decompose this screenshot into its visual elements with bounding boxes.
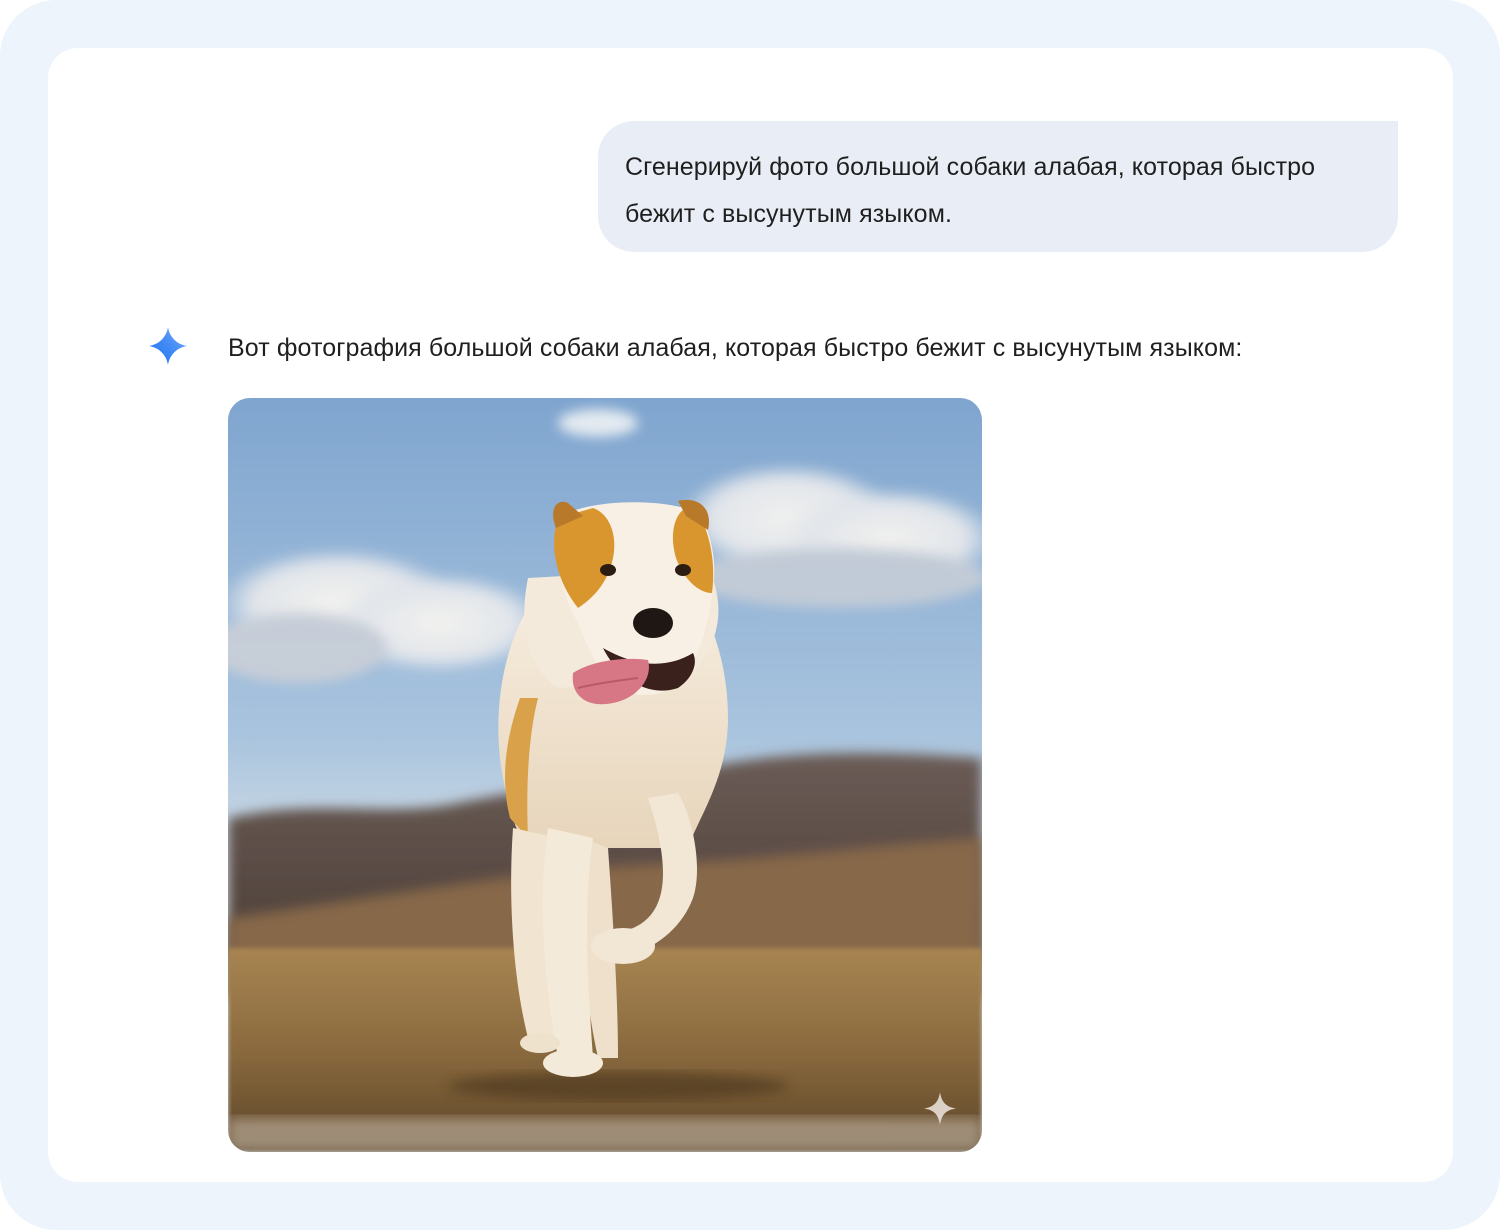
generated-dog-image[interactable]	[228, 398, 982, 1152]
gemini-sparkle-icon	[148, 326, 188, 366]
user-message-text: Сгенерируй фото большой собаки алабая, к…	[625, 153, 1316, 228]
assistant-message-text: Вот фотография большой собаки алабая, ко…	[228, 334, 1243, 362]
user-message-bubble: Сгенерируй фото большой собаки алабая, к…	[598, 121, 1398, 252]
